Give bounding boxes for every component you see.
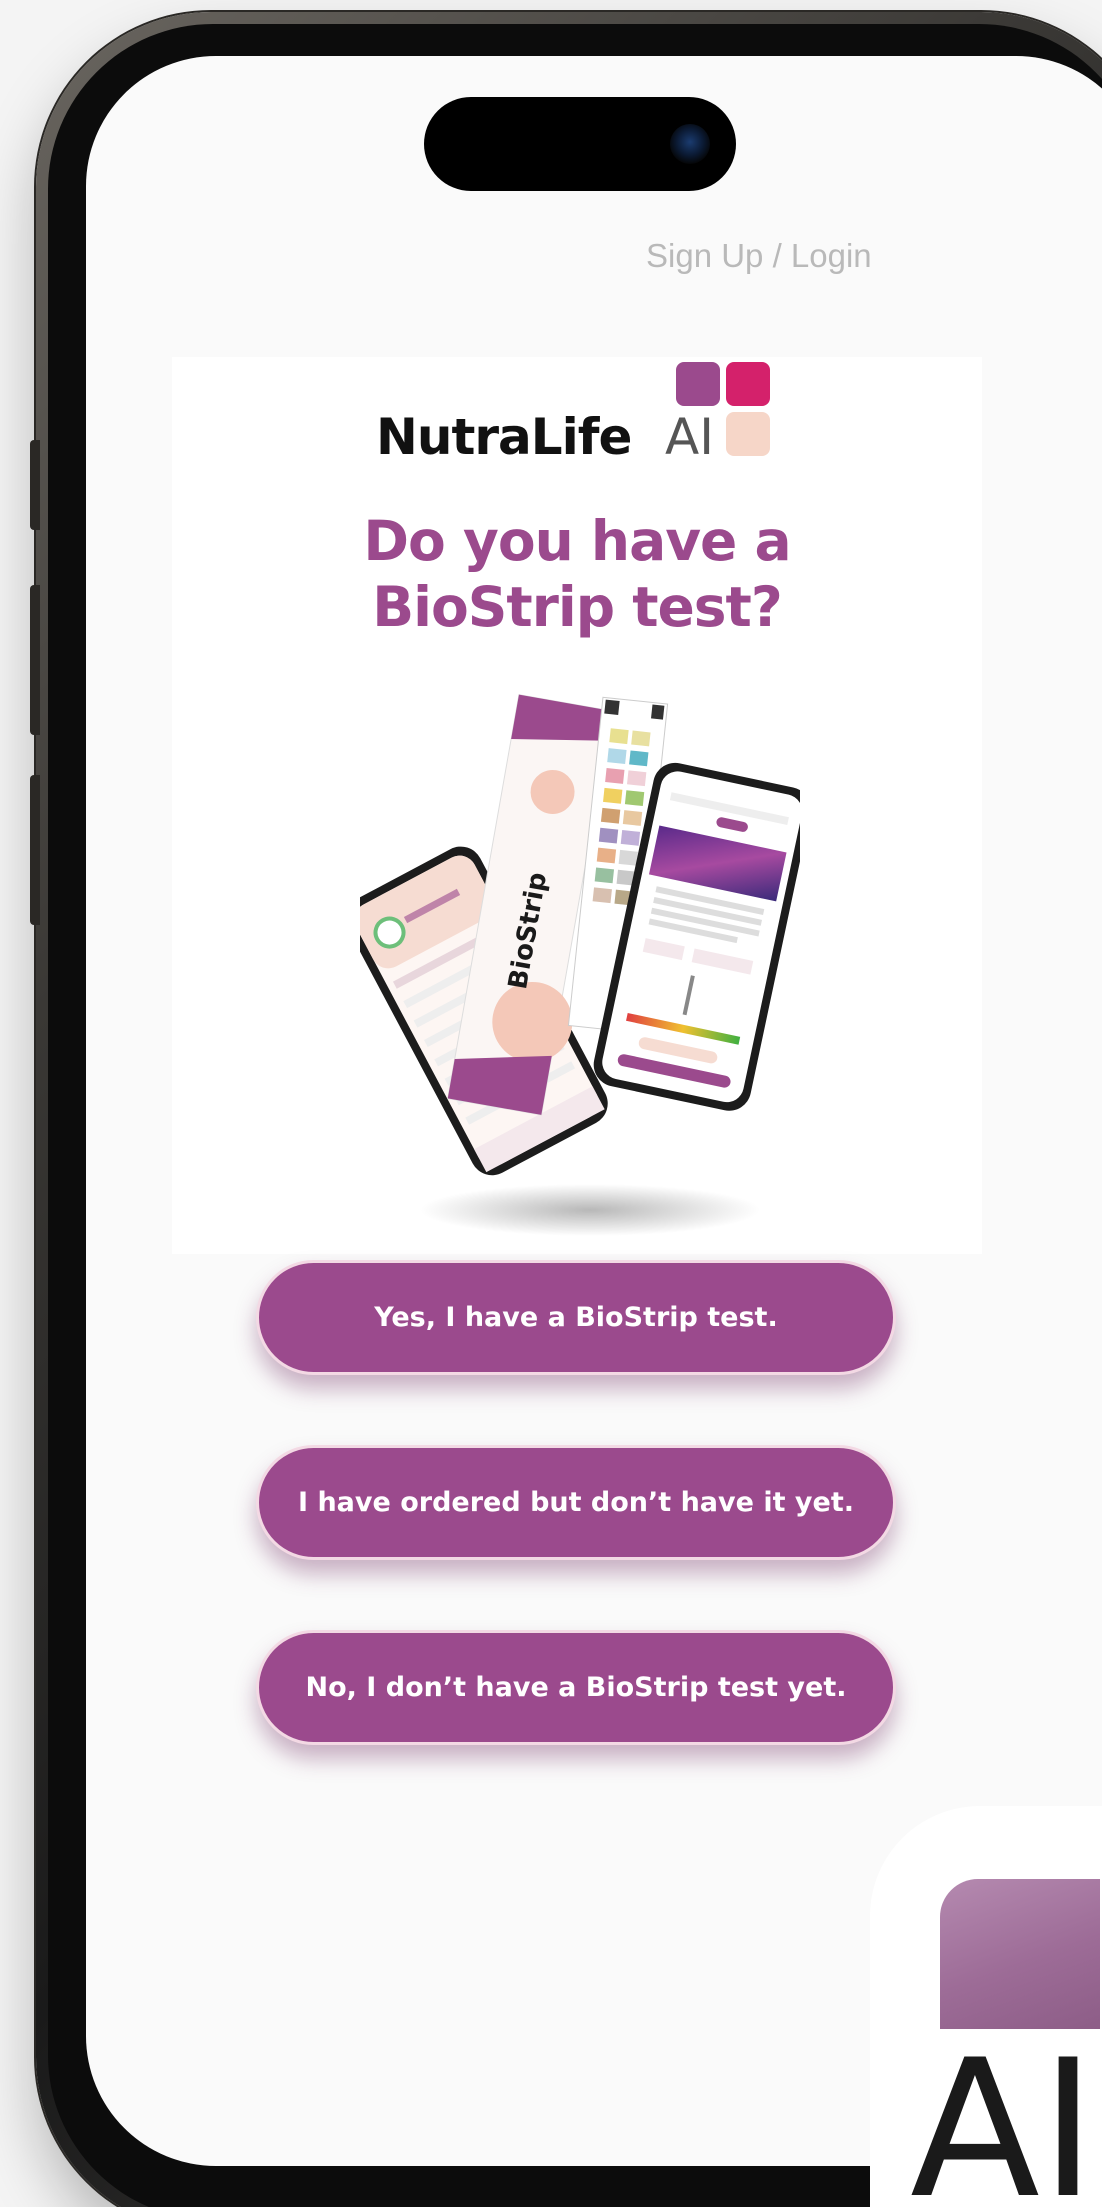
illustration-shadow (420, 1184, 760, 1236)
logo-ai-text: AI (665, 408, 714, 466)
ordered-not-received-button[interactable]: I have ordered but don’t have it yet. (256, 1445, 896, 1560)
signup-login-link[interactable]: Sign Up / Login (646, 237, 872, 275)
ai-badge-text: AI (910, 2019, 1097, 2207)
no-test-yet-button[interactable]: No, I don’t have a BioStrip test yet. (256, 1630, 896, 1745)
nutralife-logo: NutraLife AI (376, 360, 776, 480)
page: Sign Up / Login NutraLife AI Do you have… (0, 0, 1102, 2207)
yes-have-test-button[interactable]: Yes, I have a BioStrip test. (256, 1260, 896, 1375)
logo-square-magenta (726, 362, 770, 406)
dynamic-island (424, 97, 736, 191)
page-title-line-1: Do you have a (363, 509, 791, 573)
volume-down-button (30, 775, 40, 925)
page-title: Do you have a BioStrip test? (172, 508, 982, 640)
chat-bubble-icon (940, 1879, 1100, 2029)
page-title-line-2: BioStrip test? (372, 575, 782, 639)
logo-square-peach (726, 412, 770, 456)
product-illustration: BioStrip (360, 694, 800, 1236)
action-button (30, 440, 40, 530)
logo-square-purple (676, 362, 720, 406)
logo-wordmark: NutraLife (376, 408, 632, 466)
volume-up-button (30, 585, 40, 735)
front-camera-icon (670, 124, 710, 164)
